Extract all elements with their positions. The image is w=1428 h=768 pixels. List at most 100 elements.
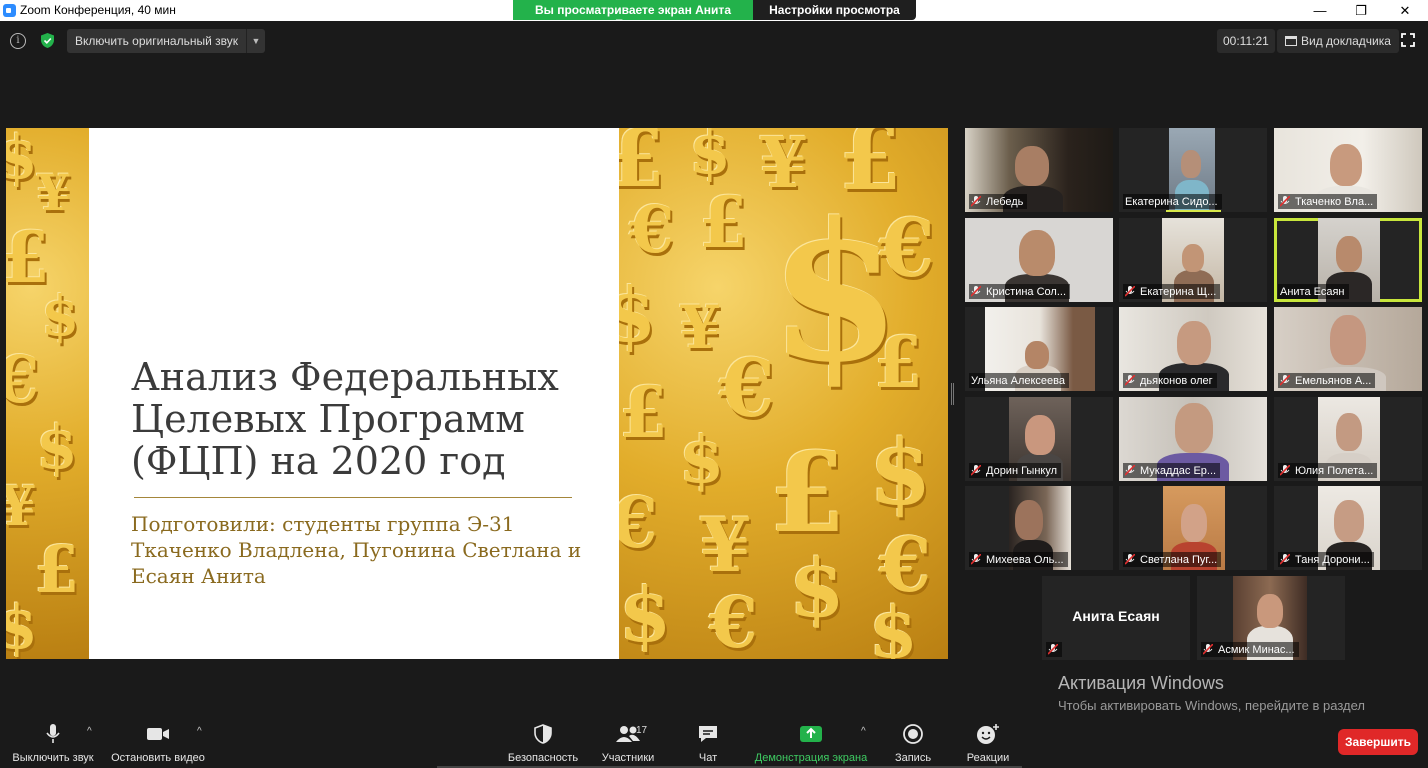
video-camera-icon — [108, 721, 208, 747]
participant-name: Ульяна Алексеева — [969, 373, 1069, 388]
speaker-view-label: Вид докладчика — [1301, 34, 1391, 48]
participant-tile-no-video[interactable]: Анита Есаян — [1042, 576, 1190, 660]
close-button[interactable]: ✕ — [1382, 0, 1428, 21]
participant-name: Дорин Гынкул — [969, 463, 1062, 478]
security-button[interactable]: Безопасность — [503, 718, 583, 768]
grid-view-icon — [1285, 36, 1297, 46]
participant-tile[interactable]: Ульяна Алексеева — [965, 307, 1113, 391]
participant-tile-active-speaker[interactable]: Анита Есаян — [1274, 218, 1422, 302]
mic-muted-icon — [1125, 554, 1135, 565]
original-sound-button[interactable]: Включить оригинальный звук ▼ — [67, 29, 266, 53]
participant-tile[interactable]: Емельянов А... — [1274, 307, 1422, 391]
encryption-shield-icon[interactable] — [39, 32, 56, 49]
microphone-icon — [8, 721, 98, 747]
participants-count: 17 — [636, 725, 648, 736]
mic-muted-icon — [971, 196, 981, 207]
original-sound-label: Включить оригинальный звук — [75, 34, 239, 48]
participants-button[interactable]: 17 Участники — [596, 718, 660, 768]
participant-tile[interactable]: Юлия Полета... — [1274, 397, 1422, 481]
participant-name: Ткаченко Вла... — [1278, 194, 1378, 209]
participant-name: Юлия Полета... — [1278, 463, 1378, 478]
mic-muted-icon — [1125, 465, 1135, 476]
end-meeting-button[interactable]: Завершить — [1338, 729, 1418, 755]
mic-muted-icon — [1280, 196, 1290, 207]
chat-label: Чат — [698, 752, 718, 764]
view-settings-button[interactable]: Настройки просмотра ⌄ — [753, 0, 916, 31]
window-title: Zoom Конференция, 40 мин — [20, 3, 176, 17]
participant-name: дьяконов олег — [1123, 373, 1217, 388]
stop-video-label: Остановить видео — [111, 752, 205, 764]
info-icon[interactable]: i — [10, 33, 26, 49]
participant-tile[interactable]: дьяконов олег — [1119, 307, 1267, 391]
chevron-down-icon[interactable]: ▼ — [246, 29, 265, 53]
audio-options-chevron-icon[interactable]: ^ — [87, 726, 92, 737]
participant-tile[interactable]: Асмик Минас... — [1197, 576, 1345, 660]
chat-bubble-icon — [688, 721, 728, 747]
participant-tile[interactable]: Лебедь — [965, 128, 1113, 212]
mic-muted-icon — [1048, 644, 1058, 655]
participant-name: Екатерина Щ... — [1123, 284, 1221, 299]
meeting-timer: 00:11:21 — [1217, 29, 1275, 53]
minimize-button[interactable]: — — [1297, 0, 1343, 21]
security-label: Безопасность — [507, 752, 579, 764]
maximize-button[interactable]: ❐ — [1338, 0, 1384, 21]
participant-name — [1046, 642, 1062, 657]
share-screen-button[interactable]: Демонстрация экрана — [750, 718, 872, 768]
participant-name: Кристина Сол... — [969, 284, 1071, 299]
participant-tile[interactable]: Дорин Гынкул — [965, 397, 1113, 481]
speaking-indicator — [1166, 210, 1221, 212]
share-screen-label: Демонстрация экрана — [754, 752, 868, 764]
reactions-label: Реакции — [966, 752, 1010, 764]
mic-muted-icon — [1280, 554, 1290, 565]
window-title-bar: Zoom Конференция, 40 мин Вы просматривае… — [0, 0, 1428, 31]
fullscreen-icon[interactable] — [1401, 33, 1415, 47]
viewing-screen-label: Вы просматриваете экран Анита Есаян — [513, 0, 753, 31]
reactions-button[interactable]: Реакции — [962, 718, 1014, 768]
smiley-plus-icon — [962, 721, 1014, 747]
participant-name: Лебедь — [969, 194, 1028, 209]
participant-name: Михеева Оль... — [969, 552, 1068, 567]
participant-name: Асмик Минас... — [1201, 642, 1299, 657]
mic-muted-icon — [971, 465, 981, 476]
screen-share-banner: Вы просматриваете экран Анита Есаян Наст… — [513, 0, 916, 31]
participant-tile[interactable]: Таня Дорони... — [1274, 486, 1422, 570]
speaker-view-button[interactable]: Вид докладчика — [1277, 29, 1399, 53]
stop-video-button[interactable]: Остановить видео — [108, 718, 208, 768]
mute-button[interactable]: Выключить звук — [8, 718, 98, 768]
mic-muted-icon — [1125, 375, 1135, 386]
participant-tile[interactable]: Екатерина Щ... — [1119, 218, 1267, 302]
shield-icon — [503, 721, 583, 747]
mic-muted-icon — [1280, 465, 1290, 476]
participants-label: Участники — [601, 752, 655, 764]
participant-name: Светлана Пуг... — [1123, 552, 1222, 567]
participant-name: Мукаддас Ер... — [1123, 463, 1221, 478]
record-icon — [890, 721, 936, 747]
mic-muted-icon — [1280, 375, 1290, 386]
participant-name: Емельянов А... — [1278, 373, 1376, 388]
chat-button[interactable]: Чат — [688, 718, 728, 768]
slide-subtitle: Подготовили: студенты группа Э-31 Ткачен… — [131, 512, 582, 588]
participant-tile[interactable]: Ткаченко Вла... — [1274, 128, 1422, 212]
zoom-app-icon — [3, 4, 16, 17]
participant-tile[interactable]: Михеева Оль... — [965, 486, 1113, 570]
panel-resize-handle[interactable] — [951, 383, 954, 405]
participant-name: Таня Дорони... — [1278, 552, 1374, 567]
participant-name: Анита Есаян — [1278, 284, 1349, 299]
participant-tile[interactable]: Светлана Пуг... — [1119, 486, 1267, 570]
participant-tile[interactable]: Кристина Сол... — [965, 218, 1113, 302]
meeting-top-bar: i Включить оригинальный звук ▼ 00:11:21 … — [0, 21, 1428, 61]
meeting-toolbar: Выключить звук ^ Остановить видео ^ Безо… — [0, 718, 1428, 768]
video-options-chevron-icon[interactable]: ^ — [197, 726, 202, 737]
currency-pattern-right: £ $ ¥ £ € £ $ € $ ¥ € £ £ $ £ $ € ¥ $ € … — [619, 128, 948, 659]
participant-tile[interactable]: Мукаддас Ер... — [1119, 397, 1267, 481]
participant-display-name: Анита Есаян — [1072, 608, 1160, 624]
mic-muted-icon — [971, 554, 981, 565]
mic-muted-icon — [971, 286, 981, 297]
mute-label: Выключить звук — [12, 752, 94, 764]
shared-screen-slide: $ ¥ £ $ € $ ¥ £ $ £ $ ¥ £ € £ $ € $ ¥ € … — [6, 128, 948, 659]
record-button[interactable]: Запись — [890, 718, 936, 768]
participant-tile[interactable]: Екатерина Сидо... — [1119, 128, 1267, 212]
share-options-chevron-icon[interactable]: ^ — [861, 726, 866, 737]
slide-divider — [134, 497, 572, 498]
windows-activation-title: Активация Windows — [1058, 673, 1224, 693]
